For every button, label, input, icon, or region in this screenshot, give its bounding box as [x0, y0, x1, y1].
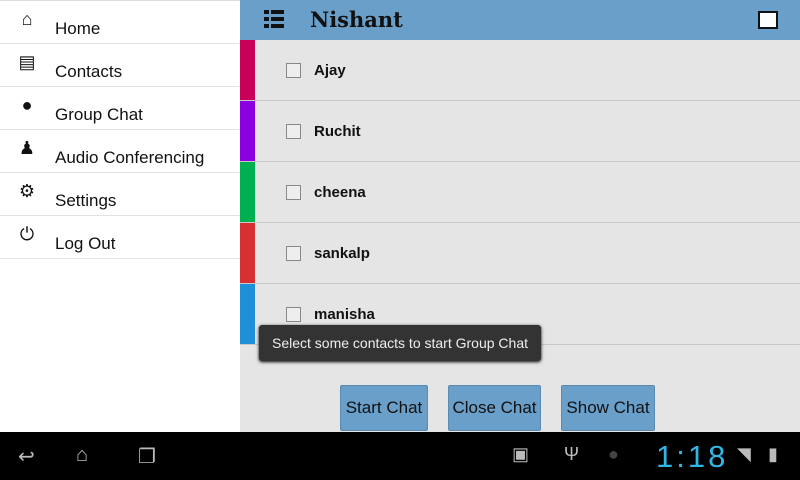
navigation-drawer: ⌂ Home ▤ Contacts ● Group Chat ♟ Audio Confe…	[0, 0, 240, 432]
gear-icon: ⚙	[18, 181, 36, 201]
contact-row[interactable]: Ajay	[240, 40, 800, 101]
contact-row[interactable]: Ruchit	[240, 101, 800, 162]
drawer-item-home[interactable]: ⌂ Home	[0, 1, 240, 44]
toast-message: Select some contacts to start Group Chat	[259, 325, 541, 361]
home-nav-icon[interactable]: ⌂	[76, 444, 88, 467]
chat-bubbles-icon: ●	[21, 95, 33, 115]
contact-checkbox[interactable]	[286, 306, 301, 322]
usb-icon: Ψ	[564, 444, 580, 464]
recent-apps-icon[interactable]: ❐	[138, 444, 156, 469]
clock: 1:18	[656, 439, 729, 474]
contact-name: manisha	[314, 305, 375, 323]
start-chat-button[interactable]: Start Chat	[340, 385, 428, 431]
color-strip	[240, 223, 255, 283]
color-strip	[240, 162, 255, 222]
profile-icon[interactable]	[758, 11, 778, 29]
power-icon: ⏻	[19, 224, 35, 244]
drawer-item-group-chat[interactable]: ● Group Chat	[0, 87, 240, 130]
contact-name: Ruchit	[314, 122, 361, 140]
android-debug-icon: ▣	[512, 444, 530, 464]
contact-row[interactable]: cheena	[240, 162, 800, 223]
contact-checkbox[interactable]	[286, 123, 301, 139]
color-strip	[240, 40, 255, 100]
close-chat-button[interactable]: Close Chat	[448, 385, 541, 431]
back-icon[interactable]: ↩	[18, 444, 35, 469]
drawer-item-contacts[interactable]: ▤ Contacts	[0, 44, 240, 87]
contact-row[interactable]: sankalp	[240, 223, 800, 284]
wifi-icon: ◥	[737, 444, 751, 464]
contact-checkbox[interactable]	[286, 62, 301, 78]
action-bar: Nishant	[240, 0, 800, 40]
contact-checkbox[interactable]	[286, 245, 301, 261]
notification-icon: ●	[608, 444, 619, 464]
people-icon: ♟	[18, 138, 36, 158]
color-strip	[240, 284, 255, 344]
drawer-item-log-out[interactable]: ⏻ Log Out	[0, 216, 240, 259]
list-menu-icon[interactable]	[264, 9, 284, 29]
drawer-item-settings[interactable]: ⚙ Settings	[0, 173, 240, 216]
system-nav-bar: ↩ ⌂ ❐ ▣ Ψ ● 1:18 ◥ ▮	[0, 432, 800, 480]
contact-card-icon: ▤	[18, 52, 36, 72]
battery-charging-icon: ▮	[768, 444, 778, 464]
contact-list: Ajay Ruchit cheena sankalp manisha	[240, 40, 800, 345]
contact-name: sankalp	[314, 244, 370, 262]
home-icon: ⌂	[21, 9, 33, 29]
page-title: Nishant	[310, 7, 403, 32]
contact-name: cheena	[314, 183, 366, 201]
drawer-item-audio-conferencing[interactable]: ♟ Audio Conferencing	[0, 130, 240, 173]
main-panel: Nishant Ajay Ruchit cheena sankalp manisha	[240, 0, 800, 432]
show-chat-button[interactable]: Show Chat	[561, 385, 655, 431]
contact-checkbox[interactable]	[286, 184, 301, 200]
contact-name: Ajay	[314, 61, 346, 79]
color-strip	[240, 101, 255, 161]
